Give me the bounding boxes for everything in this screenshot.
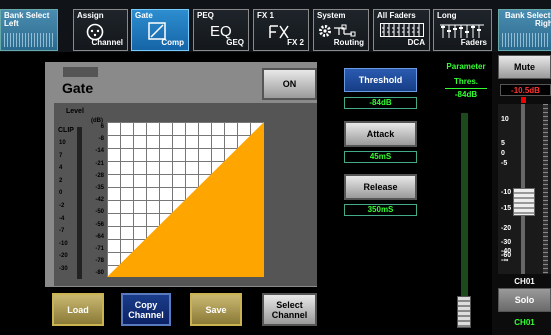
tab-long-bottom: Faders: [460, 38, 487, 47]
copy-channel-button[interactable]: Copy Channel: [121, 293, 171, 326]
meter-tick: -20: [59, 253, 68, 260]
graph-tick: -71: [95, 246, 104, 252]
release-button[interactable]: Release: [344, 174, 417, 200]
meter-tick: -10: [59, 240, 68, 247]
gate-curve: [107, 122, 264, 277]
channel-fader-knob[interactable]: [513, 188, 535, 216]
fader-scale-tick: -20: [501, 225, 512, 232]
graph-tick: -64: [95, 233, 104, 240]
graph-tick: -14: [95, 148, 104, 155]
gain-readout: -10.5dB: [500, 84, 551, 96]
meter-tick: -7: [59, 228, 65, 235]
bank-select-right-button[interactable]: Bank SelectRight: [498, 9, 551, 51]
gate-transfer-graph[interactable]: [107, 122, 264, 277]
mute-red-indicator: [521, 97, 526, 103]
graph-tick: -80: [95, 270, 104, 277]
fader-scale-tick: 10: [501, 116, 509, 123]
tab-system-top: System: [317, 11, 346, 20]
tab-assign-channel[interactable]: Assign Channel: [73, 9, 128, 51]
graph-tick: -21: [95, 160, 104, 167]
tab-fx-bottom: FX 2: [287, 38, 304, 47]
tab-fx-top: FX 1: [257, 11, 274, 20]
meter-tick: 0: [59, 190, 63, 197]
meter-tick: -4: [59, 215, 65, 222]
parameter-divider: [445, 88, 487, 89]
fader-scale-tick: -30: [501, 239, 512, 246]
tab-assign-top: Assign: [77, 11, 104, 20]
gate-on-button[interactable]: ON: [262, 68, 317, 100]
graph-tick: -28: [95, 172, 104, 179]
top-nav-bar: Bank Select Left Assign Channel Gate Comp…: [0, 0, 551, 52]
save-button[interactable]: Save: [190, 293, 242, 326]
bank-select-left-button[interactable]: Bank Select Left: [0, 9, 58, 51]
attack-value: 45mS: [344, 151, 417, 163]
tab-assign-bottom: Channel: [91, 38, 123, 47]
clip-label: CLIP: [58, 127, 74, 134]
select-channel-button[interactable]: Select Channel: [262, 293, 317, 326]
tab-fx[interactable]: FX 1 FX 2: [253, 9, 309, 51]
bank-left-stripes: [4, 33, 54, 47]
meter-tick: 4: [59, 165, 63, 172]
fader-scale-tick: -15: [501, 205, 512, 212]
fader-scale-tick: 5: [501, 140, 505, 147]
meter-tick: -2: [59, 203, 65, 209]
bank-right-label: Bank SelectRight: [505, 11, 551, 28]
tab-allfaders-bottom: DCA: [407, 38, 425, 47]
page-title: Gate: [62, 80, 94, 96]
graph-tick: -78: [95, 258, 104, 265]
level-label: Level: [66, 108, 84, 115]
mute-button[interactable]: Mute: [498, 55, 551, 79]
channel-name: CH01: [514, 277, 535, 286]
bank-right-stripes: [502, 33, 550, 47]
copy-channel-label: Copy Channel: [128, 299, 164, 320]
tab-long-faders[interactable]: Long Faders: [433, 9, 492, 51]
meter-tick: 7: [59, 152, 63, 159]
select-channel-label: Select Channel: [271, 299, 308, 320]
parameter-value: -84dB: [454, 90, 478, 99]
fader-scale-tick: 0: [501, 150, 505, 157]
release-value: 350mS: [344, 204, 417, 216]
solo-button[interactable]: Solo: [498, 288, 551, 312]
graph-tick: 6: [100, 124, 104, 130]
channel-meter: [543, 104, 548, 274]
graph-tick: -42: [95, 197, 104, 204]
meter-tick: 10: [59, 140, 66, 146]
meter-tick: 2: [59, 177, 63, 184]
parameter-title: Parameter: [446, 62, 486, 71]
attack-button[interactable]: Attack: [344, 121, 417, 147]
threshold-value: -84dB: [344, 97, 417, 109]
tab-long-top: Long: [437, 11, 457, 20]
threshold-button[interactable]: Threshold: [344, 68, 417, 92]
tab-allfaders-top: All Faders: [377, 11, 416, 20]
tab-peq-geq[interactable]: PEQ EQ GEQ: [193, 9, 249, 51]
fader-scale-tick: -10: [501, 189, 512, 196]
meter-tick: -30: [59, 266, 68, 272]
fader-scale-tick: -5: [501, 160, 508, 167]
parameter-fader-knob[interactable]: [457, 296, 471, 328]
level-meter: [77, 127, 82, 279]
graph-tick: -50: [95, 209, 104, 216]
tab-peq-top: PEQ: [197, 11, 214, 20]
graph-tick: -8: [98, 136, 104, 143]
panel-header-bar: [63, 67, 98, 77]
tab-peq-bottom: GEQ: [226, 38, 244, 47]
tab-gate-bottom: Comp: [161, 38, 184, 47]
bank-left-label: Bank Select Left: [4, 11, 50, 28]
fader-scale-tick: -∞: [501, 257, 509, 264]
tab-gate-top: Gate: [135, 11, 153, 20]
tab-system-routing[interactable]: System Routing: [313, 9, 369, 51]
tab-system-bottom: Routing: [333, 38, 364, 47]
parameter-name: Thres.: [453, 77, 478, 86]
load-button[interactable]: Load: [52, 293, 104, 326]
tab-all-faders-dca[interactable]: All Faders DCA: [373, 9, 430, 51]
graph-tick: -56: [95, 221, 104, 228]
tab-gate-comp[interactable]: Gate Comp: [131, 9, 189, 51]
channel-label: CH01: [514, 318, 535, 327]
graph-tick: -35: [95, 185, 104, 191]
